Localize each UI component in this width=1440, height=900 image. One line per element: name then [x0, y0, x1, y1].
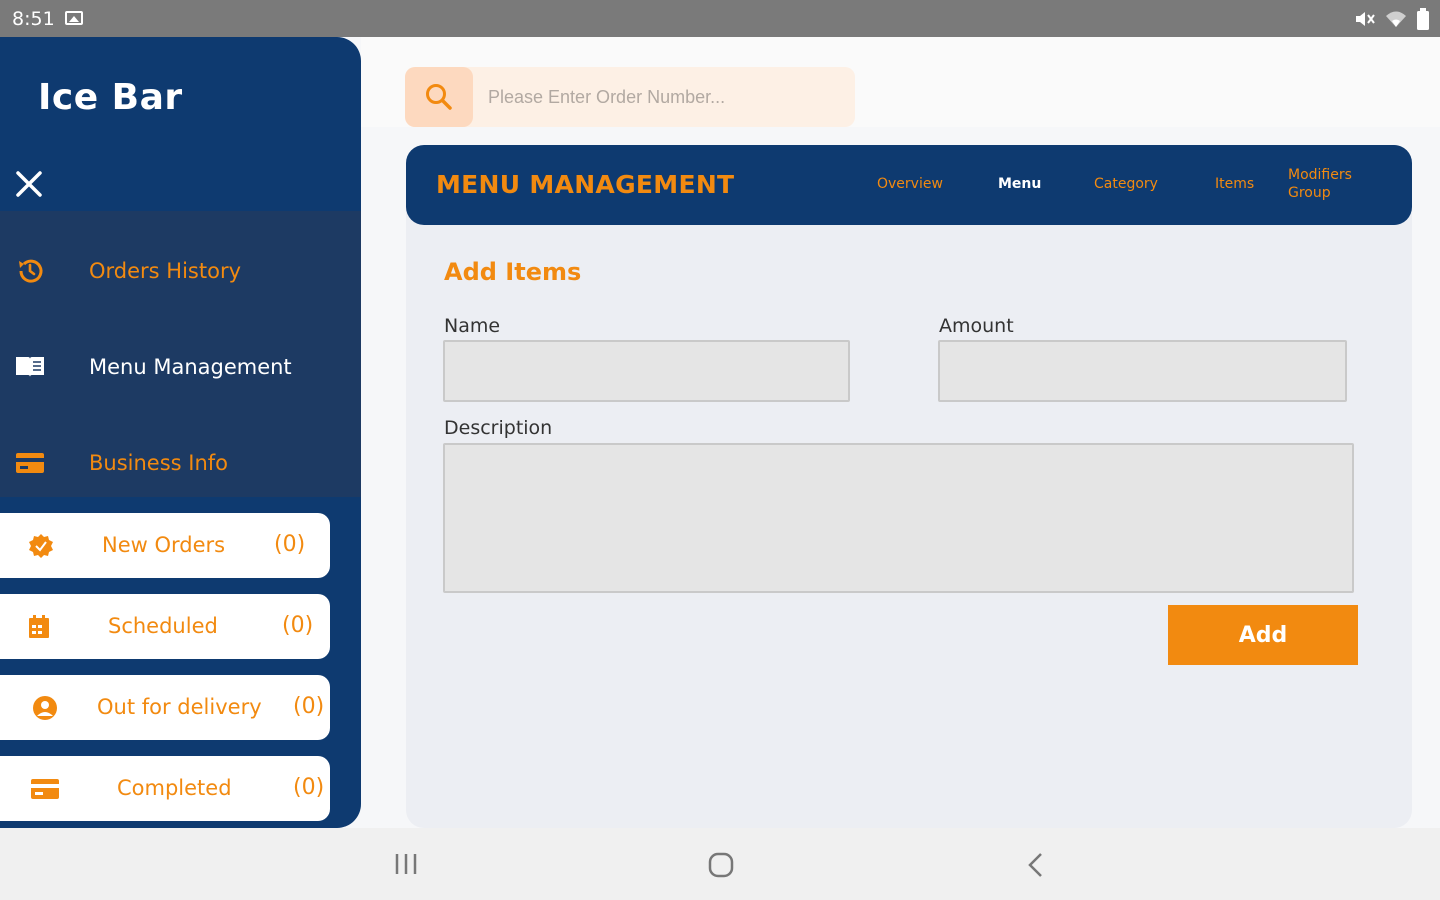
sidebar-item-orders-history[interactable]: Orders History	[0, 223, 361, 319]
status-bar: 8:51	[0, 0, 1440, 37]
name-label: Name	[444, 315, 501, 337]
sidebar-item-label: Business Info	[89, 451, 229, 475]
wifi-icon	[1386, 11, 1406, 27]
sidebar: Ice Bar Orders History Menu Management B…	[0, 37, 361, 828]
tab-category[interactable]: Category	[1094, 176, 1158, 192]
card-label: New Orders	[102, 533, 226, 557]
amount-field[interactable]	[938, 340, 1347, 402]
sidebar-item-menu-management[interactable]: Menu Management	[0, 319, 361, 415]
badge-check-icon	[26, 531, 56, 561]
sidebar-nav: Orders History Menu Management Business …	[0, 211, 361, 497]
history-icon	[14, 255, 46, 287]
mute-icon	[1356, 12, 1375, 26]
close-icon[interactable]	[14, 169, 44, 199]
image-icon	[65, 11, 83, 25]
book-icon	[14, 351, 46, 383]
status-card-out-for-delivery[interactable]: Out for delivery (0)	[0, 675, 330, 740]
calendar-icon	[24, 612, 54, 642]
name-field[interactable]	[443, 340, 850, 402]
search-input[interactable]	[478, 67, 848, 127]
card-count: (0)	[274, 532, 306, 557]
card-count: (0)	[293, 694, 325, 719]
add-button[interactable]: Add	[1168, 605, 1358, 665]
brand-logo: Ice Bar	[38, 77, 183, 118]
tab-overview[interactable]: Overview	[877, 176, 943, 192]
page-title: MENU MANAGEMENT	[436, 170, 735, 199]
card-count: (0)	[293, 775, 325, 800]
recent-apps-icon[interactable]	[392, 850, 420, 878]
description-label: Description	[444, 417, 553, 439]
description-field[interactable]	[443, 443, 1354, 593]
card-count: (0)	[282, 613, 314, 638]
status-icons	[1354, 8, 1430, 30]
system-nav-bar	[0, 828, 1440, 900]
tab-items[interactable]: Items	[1215, 176, 1254, 192]
person-icon	[30, 693, 60, 723]
sidebar-item-label: Orders History	[89, 259, 242, 283]
card-label: Completed	[117, 776, 232, 800]
battery-icon	[1417, 8, 1429, 30]
home-icon[interactable]	[706, 850, 736, 880]
sidebar-item-business-info[interactable]: Business Info	[0, 415, 361, 511]
back-icon[interactable]	[1022, 850, 1050, 880]
section-title: Add Items	[444, 258, 582, 286]
status-card-scheduled[interactable]: Scheduled (0)	[0, 594, 330, 659]
card-icon	[30, 774, 60, 804]
status-time: 8:51	[12, 8, 55, 30]
card-icon	[14, 447, 46, 479]
card-label: Scheduled	[108, 614, 218, 638]
amount-label: Amount	[939, 315, 1014, 337]
tab-menu[interactable]: Menu	[998, 176, 1041, 192]
card-label: Out for delivery	[97, 695, 262, 719]
search-icon	[426, 84, 452, 110]
tab-modifiers-group[interactable]: Modifiers Group	[1288, 166, 1368, 202]
sidebar-item-label: Menu Management	[89, 355, 292, 379]
search-button[interactable]	[405, 67, 473, 127]
status-card-new-orders[interactable]: New Orders (0)	[0, 513, 330, 578]
status-card-completed[interactable]: Completed (0)	[0, 756, 330, 821]
